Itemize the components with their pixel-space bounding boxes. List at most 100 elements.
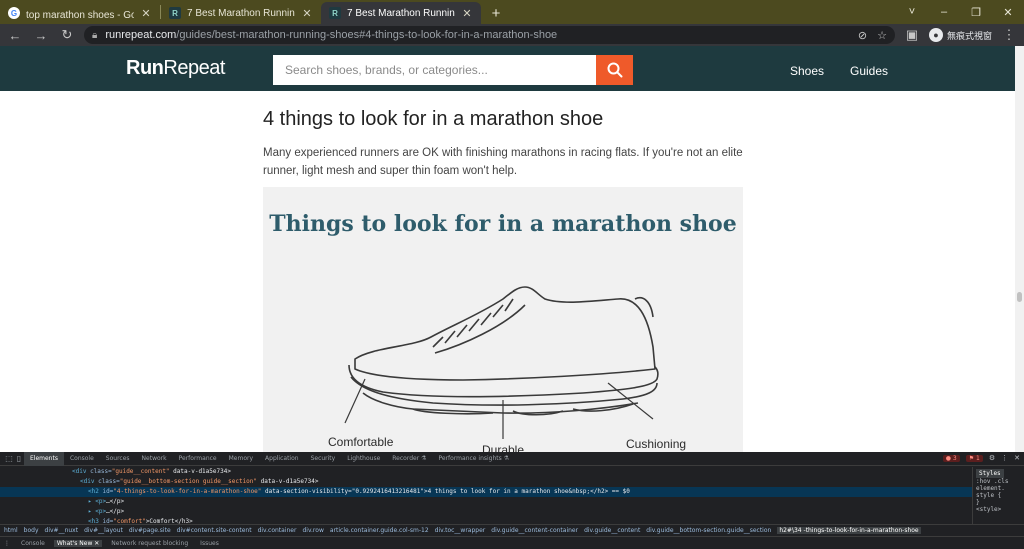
tab-title: 7 Best Marathon Running Shoe — [187, 7, 295, 19]
browser-tab-google[interactable]: G top marathon shoes - Google 搜 ✕ — [0, 2, 160, 24]
page-content: 4 things to look for in a marathon shoe … — [0, 91, 1015, 452]
breadcrumb-item[interactable]: div#__nuxt — [45, 527, 79, 534]
devtools-tab[interactable]: Network — [136, 452, 173, 466]
more-options-icon[interactable]: ⋮ — [1001, 454, 1008, 462]
url-text[interactable]: runrepeat.com/guides/best-marathon-runni… — [105, 29, 557, 41]
styles-tab[interactable]: Styles — [976, 469, 1004, 478]
dom-node-line[interactable]: ▸ <p>…</p> — [0, 497, 972, 507]
eye-off-icon[interactable]: ⊘ — [858, 29, 867, 42]
styles-line: element. — [976, 485, 1005, 492]
back-icon[interactable]: ← — [6, 28, 24, 43]
styles-line: style { — [976, 492, 1002, 499]
breadcrumb-item[interactable]: div#page.site — [129, 527, 171, 534]
section-heading: 4 things to look for in a marathon shoe — [263, 108, 604, 130]
devtools-tab[interactable]: Security — [305, 452, 342, 466]
drawer-menu-icon[interactable]: ⋮ — [4, 540, 10, 547]
styles-pane: Styles :hov .cls element. style {} <style> — [972, 467, 1024, 524]
devtools-tab[interactable]: Lighthouse — [341, 452, 386, 466]
dom-node-line[interactable]: <div class="guide__content" data-v-d1a5e… — [0, 467, 972, 477]
breadcrumb-item[interactable]: div.row — [302, 527, 323, 534]
address-bar[interactable]: 🔒︎ runrepeat.com/guides/best-marathon-ru… — [84, 26, 895, 44]
incognito-profile[interactable]: ● 無痕式視窗 — [928, 28, 992, 42]
device-toggle-icon[interactable]: ▯ — [14, 454, 24, 463]
scrollbar-thumb[interactable] — [1017, 292, 1022, 302]
minimize-button[interactable]: – — [928, 0, 960, 24]
infographic-figure: Things to look for in a marathon shoe Co… — [263, 187, 743, 452]
dom-attr: class= — [86, 468, 112, 475]
devtools-tab[interactable]: Performance insights ⚗ — [432, 452, 515, 466]
breadcrumb-item[interactable]: html — [4, 527, 18, 534]
devtools-drawer: ⋮ Console What's New ✕ Network request blo… — [0, 536, 1024, 549]
breadcrumb-item[interactable]: div.guide__content — [584, 527, 640, 534]
devtools-tab[interactable]: Console — [64, 452, 100, 466]
drawer-tab[interactable]: Issues — [197, 540, 222, 547]
devtools-tab[interactable]: Sources — [100, 452, 136, 466]
search-button[interactable] — [596, 55, 633, 85]
dom-attr: id= — [98, 488, 114, 495]
google-icon: G — [8, 7, 20, 19]
dom-node-line[interactable]: <div class="guide__bottom-section guide_… — [0, 477, 972, 487]
site-logo[interactable]: RunRepeat — [126, 57, 225, 80]
page-scrollbar[interactable] — [1015, 46, 1024, 452]
issue-count: 1 — [976, 454, 980, 462]
breadcrumb-item[interactable]: div.toc__wrapper — [435, 527, 486, 534]
close-icon[interactable]: ✕ — [301, 7, 313, 20]
dom-node-line[interactable]: ▸ <p>…</p> — [0, 507, 972, 517]
menu-icon[interactable]: ⋮ — [1000, 27, 1018, 43]
breadcrumb-item[interactable]: article.container.guide.col-sm-12 — [330, 527, 429, 534]
label-cushioning: Cushioning — [626, 437, 687, 451]
styles-line: :hov .cls — [976, 478, 1009, 485]
issue-badge[interactable]: ⚑ 1 — [965, 454, 983, 462]
dom-attr: class= — [94, 478, 120, 485]
bookmark-star-icon[interactable]: ☆ — [877, 29, 887, 42]
breadcrumb-item[interactable]: div#__layout — [84, 527, 123, 534]
dom-node-line[interactable]: <h3 id="comfort">Comfort</h3> — [0, 517, 972, 524]
devtools-tab[interactable]: Performance — [173, 452, 223, 466]
breadcrumb-item[interactable]: div#content.site-content — [177, 527, 252, 534]
devtools-tab[interactable]: Recorder ⚗ — [386, 452, 432, 466]
reload-icon[interactable]: ↻ — [58, 27, 76, 43]
window-controls: ˅ – ❐ ✕ — [896, 0, 1024, 24]
dom-tag: <div — [72, 468, 87, 475]
breadcrumb-item[interactable]: div.guide__bottom-section.guide__section — [646, 527, 771, 534]
search-input[interactable] — [273, 55, 596, 85]
dom-node-line[interactable]: <h2 id="4-things-to-look-for-in-a-marath… — [0, 487, 972, 497]
dom-text: …</p> — [106, 498, 125, 505]
runrepeat-icon: R — [169, 7, 181, 19]
search-icon — [607, 62, 622, 78]
side-panel-icon[interactable]: ▣ — [903, 27, 921, 43]
close-window-button[interactable]: ✕ — [992, 0, 1024, 24]
devtools-tab[interactable]: Application — [259, 452, 305, 466]
devtools-tab[interactable]: Elements — [24, 451, 64, 466]
close-icon[interactable]: ✕ — [1014, 454, 1020, 462]
error-badge[interactable]: ● 3 — [942, 454, 960, 462]
nav-shoes[interactable]: Shoes — [790, 64, 824, 78]
devtools-tab[interactable]: Memory — [223, 452, 259, 466]
site-header: RunRepeat Shoes Guides — [0, 46, 1015, 91]
breadcrumb-item[interactable]: body — [24, 527, 39, 534]
new-tab-button[interactable]: + — [485, 2, 507, 24]
drawer-tab[interactable]: Console — [18, 540, 48, 547]
breadcrumb-item[interactable]: h2#\34 -things-to-look-for-in-a-marathon… — [777, 526, 921, 534]
error-count: 3 — [952, 454, 957, 462]
browser-tab-runrepeat-active[interactable]: R 7 Best Marathon Running Shoe ✕ — [321, 2, 481, 24]
breadcrumb-item[interactable]: div.container — [258, 527, 297, 534]
nav-guides[interactable]: Guides — [850, 64, 888, 78]
close-icon[interactable]: ✕ — [140, 7, 152, 20]
url-host: runrepeat.com — [105, 29, 177, 41]
tab-search-button[interactable]: ˅ — [896, 0, 928, 24]
drawer-tab[interactable]: What's New ✕ — [53, 539, 103, 547]
breadcrumb-item[interactable]: div.guide__content-container — [491, 527, 578, 534]
drawer-tab[interactable]: Network request blocking — [108, 540, 191, 547]
close-icon[interactable]: ✕ — [461, 7, 473, 20]
logo-repeat: Repeat — [163, 57, 225, 79]
dom-tree: <div class="guide__content" data-v-d1a5e… — [0, 467, 972, 524]
lock-icon[interactable]: 🔒︎ — [92, 30, 97, 41]
maximize-button[interactable]: ❐ — [960, 0, 992, 24]
browser-tab-runrepeat-1[interactable]: R 7 Best Marathon Running Shoe ✕ — [161, 2, 321, 24]
forward-icon[interactable]: → — [32, 28, 50, 43]
devtools-panel: ⬚ ▯ Elements Console Sources Network Perform… — [0, 451, 1024, 549]
browser-tab-strip: G top marathon shoes - Google 搜 ✕ R 7 Be… — [0, 0, 1024, 24]
inspect-icon[interactable]: ⬚ — [4, 454, 14, 463]
settings-gear-icon[interactable]: ⚙ — [989, 454, 995, 462]
